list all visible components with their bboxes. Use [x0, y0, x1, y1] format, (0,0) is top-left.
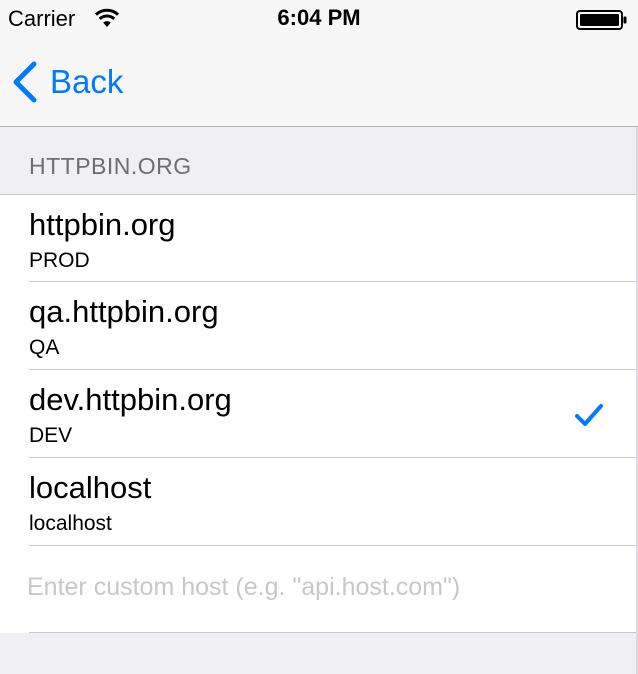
row-separator: [29, 632, 638, 633]
host-environment: DEV: [29, 424, 73, 447]
back-button-label: Back: [50, 63, 124, 100]
host-title: qa.httpbin.org: [29, 294, 219, 329]
host-selection-screen: Carrier 6:04 PM Back HTTPBIN.ORG httpbin…: [0, 0, 638, 674]
host-title: httpbin.org: [29, 207, 176, 242]
checkmark-icon: [575, 404, 603, 426]
section-header-label: HTTPBIN.ORG: [29, 153, 192, 179]
custom-host-cell: [0, 545, 638, 633]
host-cell-localhost[interactable]: localhost localhost: [0, 458, 638, 545]
host-environment: QA: [29, 336, 60, 359]
back-button[interactable]: Back: [10, 58, 123, 106]
host-cell-dev[interactable]: dev.httpbin.org DEV: [0, 370, 638, 457]
host-environment: localhost: [29, 512, 112, 535]
navigation-bar: Back: [0, 40, 638, 127]
host-cell-prod[interactable]: httpbin.org PROD: [0, 195, 638, 282]
battery-icon: [576, 10, 627, 30]
custom-host-input[interactable]: [27, 567, 617, 607]
host-cell-qa[interactable]: qa.httpbin.org QA: [0, 282, 638, 369]
host-list: httpbin.org PROD qa.httpbin.org QA dev.h…: [0, 195, 638, 633]
status-bar: Carrier 6:04 PM: [0, 0, 638, 40]
host-title: localhost: [29, 470, 152, 505]
host-title: dev.httpbin.org: [29, 382, 232, 417]
clock: 6:04 PM: [277, 5, 361, 30]
host-environment: PROD: [29, 249, 90, 272]
chevron-left-icon: [13, 61, 37, 103]
section-header: HTTPBIN.ORG: [0, 127, 638, 195]
